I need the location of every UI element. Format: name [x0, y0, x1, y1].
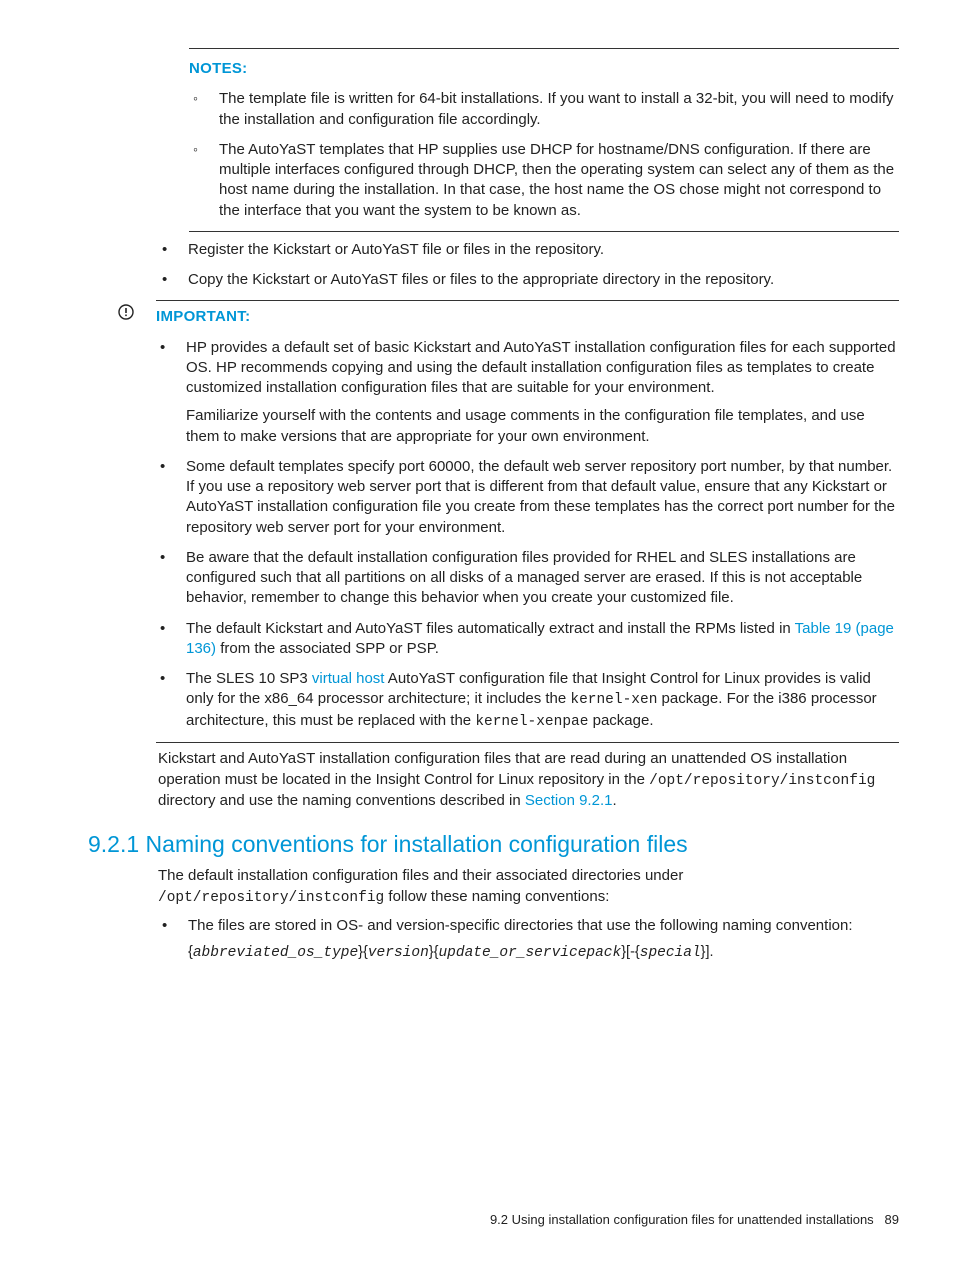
notes-block: NOTES: The template file is written for …: [189, 48, 899, 232]
important-text-post: from the associated SPP or PSP.: [216, 640, 439, 657]
page-number: 89: [885, 1212, 899, 1227]
brace: }].: [701, 944, 714, 960]
para-mid: directory and use the naming conventions…: [158, 792, 525, 809]
rule: [156, 742, 899, 743]
para-post: .: [612, 792, 616, 809]
notes-text: The template file is written for 64-bit …: [219, 90, 894, 127]
important-row: IMPORTANT: HP provides a default set of …: [55, 300, 899, 743]
important-list: HP provides a default set of basic Kicks…: [156, 338, 899, 733]
code-kernel-xen: kernel-xen: [570, 692, 657, 708]
var-version: version: [368, 945, 429, 961]
important-heading: IMPORTANT:: [156, 307, 899, 327]
rule-bottom: [189, 231, 899, 232]
code-kernel-xenpae: kernel-xenpae: [475, 714, 588, 730]
var-os-type: abbreviated_os_type: [193, 945, 358, 961]
important-text-pre: The default Kickstart and AutoYaST files…: [186, 620, 795, 637]
important-item: The SLES 10 SP3 virtual host AutoYaST co…: [156, 669, 899, 732]
convention-item: The files are stored in OS- and version-…: [158, 916, 899, 963]
naming-pattern: {abbreviated_os_type}{version}{update_or…: [188, 943, 899, 964]
outer-item: Copy the Kickstart or AutoYaST files or …: [158, 270, 899, 290]
notes-heading: NOTES:: [189, 59, 899, 79]
notes-text: The AutoYaST templates that HP supplies …: [219, 141, 894, 219]
convention-list: The files are stored in OS- and version-…: [158, 916, 899, 963]
outer-item: Register the Kickstart or AutoYaST file …: [158, 240, 899, 260]
section-link[interactable]: Section 9.2.1: [525, 792, 613, 809]
virtual-host-link[interactable]: virtual host: [312, 670, 385, 687]
paragraph-default-config: The default installation configuration f…: [158, 866, 899, 908]
important-subpara: Familiarize yourself with the contents a…: [186, 406, 899, 447]
var-special: special: [640, 945, 701, 961]
code-path: /opt/repository/instconfig: [649, 773, 875, 789]
brace: }{: [358, 944, 368, 960]
important-text: Some default templates specify port 6000…: [186, 458, 895, 536]
outer-list-block: Register the Kickstart or AutoYaST file …: [158, 240, 899, 291]
page-footer: 9.2 Using installation configuration fil…: [490, 1211, 899, 1229]
notes-item: The template file is written for 64-bit …: [189, 89, 899, 130]
footer-text: 9.2 Using installation configuration fil…: [490, 1212, 874, 1227]
brace: }[-{: [621, 944, 640, 960]
code-path: /opt/repository/instconfig: [158, 890, 384, 906]
important-item: HP provides a default set of basic Kicks…: [156, 338, 899, 447]
important-text: HP provides a default set of basic Kicks…: [186, 339, 896, 397]
rule: [156, 300, 899, 301]
para2-post: follow these naming conventions:: [384, 888, 609, 905]
convention-text: The files are stored in OS- and version-…: [188, 917, 853, 934]
para2-pre: The default installation configuration f…: [158, 867, 683, 884]
important-item: Be aware that the default installation c…: [156, 548, 899, 609]
rule-top: [189, 48, 899, 49]
notes-list: The template file is written for 64-bit …: [189, 89, 899, 221]
outer-list: Register the Kickstart or AutoYaST file …: [158, 240, 899, 291]
important-item: Some default templates specify port 6000…: [156, 457, 899, 538]
notes-item: The AutoYaST templates that HP supplies …: [189, 140, 899, 221]
outer-text: Copy the Kickstart or AutoYaST files or …: [188, 271, 774, 288]
important-item: The default Kickstart and AutoYaST files…: [156, 619, 899, 660]
important-text-pre: The SLES 10 SP3: [186, 670, 312, 687]
important-icon: [55, 300, 156, 326]
convention-list-block: The files are stored in OS- and version-…: [158, 916, 899, 963]
outer-text: Register the Kickstart or AutoYaST file …: [188, 241, 604, 258]
paragraph-repo-location: Kickstart and AutoYaST installation conf…: [158, 749, 899, 811]
important-text: Be aware that the default installation c…: [186, 549, 862, 607]
section-heading: 9.2.1 Naming conventions for installatio…: [88, 829, 899, 860]
important-content: IMPORTANT: HP provides a default set of …: [156, 300, 899, 743]
important-text-post: package.: [588, 712, 653, 729]
var-update: update_or_servicepack: [438, 945, 621, 961]
